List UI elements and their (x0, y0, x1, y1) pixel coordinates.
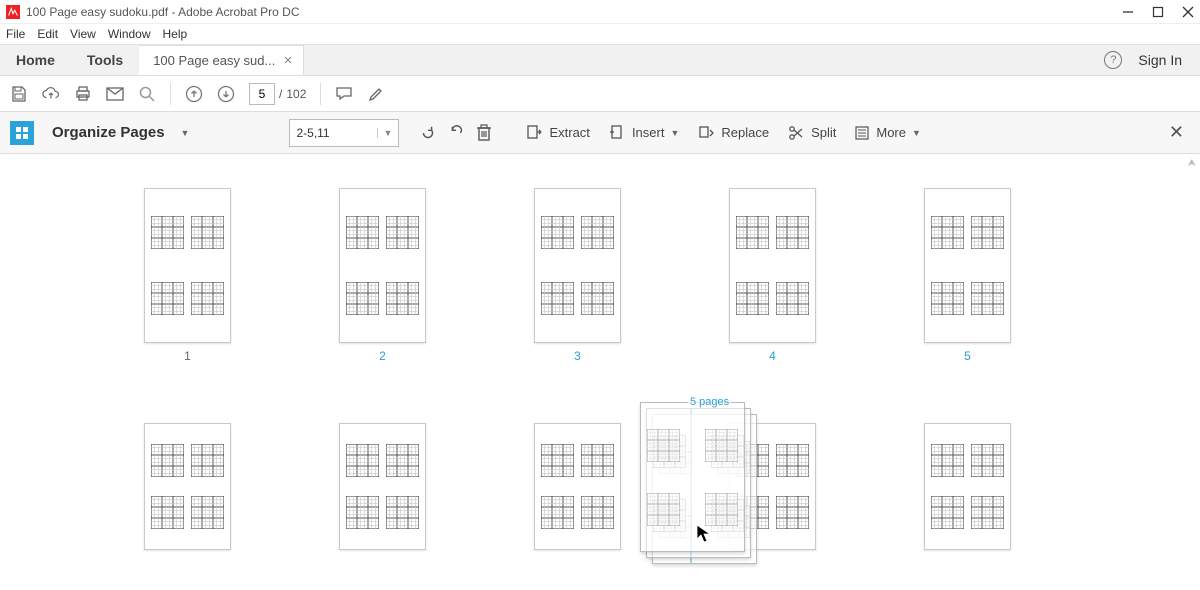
current-page-input[interactable] (249, 83, 275, 105)
page-up-icon[interactable] (185, 85, 203, 103)
page-preview (729, 423, 816, 550)
tab-home[interactable]: Home (0, 45, 71, 75)
delete-icon[interactable] (475, 124, 493, 142)
tab-close-icon[interactable]: ✕ (283, 54, 292, 67)
page-thumbnail[interactable] (729, 423, 816, 556)
page-preview (534, 423, 621, 550)
menubar: File Edit View Window Help (0, 24, 1200, 44)
page-preview (339, 188, 426, 343)
page-thumbnail-label: 3 (574, 349, 581, 363)
page-thumbnail[interactable]: 3 (534, 188, 621, 363)
email-icon[interactable] (106, 85, 124, 103)
app-logo-icon (6, 5, 20, 19)
page-thumbnails-workspace[interactable]: ⮝ 12345 5 pages (0, 154, 1200, 590)
panel-dropdown-icon[interactable]: ▼ (181, 128, 190, 138)
window-maximize-button[interactable] (1152, 6, 1164, 18)
menu-window[interactable]: Window (108, 27, 151, 41)
insert-label: Insert (632, 125, 665, 140)
insert-dropdown-icon[interactable]: ▼ (670, 128, 679, 138)
split-label: Split (811, 125, 836, 140)
window-close-button[interactable] (1182, 6, 1194, 18)
page-preview (534, 188, 621, 343)
panel-close-button[interactable]: ✕ (1169, 122, 1184, 143)
organize-pages-icon (10, 121, 34, 145)
page-sep: / (279, 87, 282, 101)
page-range-dropdown-icon[interactable]: ▼ (377, 128, 393, 138)
more-button[interactable]: More ▼ (850, 125, 925, 141)
menu-file[interactable]: File (6, 27, 25, 41)
rotate-ccw-icon[interactable] (419, 124, 437, 142)
extract-button[interactable]: Extract (521, 124, 593, 142)
page-thumbnail[interactable]: 2 (339, 188, 426, 363)
sign-in-button[interactable]: Sign In (1138, 52, 1182, 68)
extract-label: Extract (549, 125, 589, 140)
organize-pages-toolbar: Organize Pages ▼ 2-5,11 ▼ Extract Insert… (0, 112, 1200, 154)
tab-document[interactable]: 100 Page easy sud... ✕ (139, 45, 303, 75)
help-icon[interactable]: ? (1104, 51, 1122, 69)
page-preview (729, 188, 816, 343)
print-icon[interactable] (74, 85, 92, 103)
page-down-icon[interactable] (217, 85, 235, 103)
split-button[interactable]: Split (783, 124, 840, 142)
page-thumbnail[interactable] (924, 423, 1011, 556)
page-thumbnail[interactable]: 4 (729, 188, 816, 363)
page-range-value: 2-5,11 (296, 126, 329, 140)
page-preview (339, 423, 426, 550)
page-thumbnail-label: 4 (769, 349, 776, 363)
page-thumbnail[interactable] (144, 423, 231, 556)
page-range-input[interactable]: 2-5,11 ▼ (289, 119, 399, 147)
window-minimize-button[interactable] (1122, 6, 1134, 18)
page-preview (924, 188, 1011, 343)
page-thumbnail[interactable]: 1 (144, 188, 231, 363)
more-label: More (876, 125, 906, 140)
rotate-cw-icon[interactable] (447, 124, 465, 142)
menu-edit[interactable]: Edit (37, 27, 58, 41)
page-number-box: / 102 (249, 83, 306, 105)
page-thumbnail[interactable] (339, 423, 426, 556)
window-title: 100 Page easy sudoku.pdf - Adobe Acrobat… (26, 5, 1122, 19)
cloud-upload-icon[interactable] (42, 85, 60, 103)
page-preview (924, 423, 1011, 550)
page-preview (144, 423, 231, 550)
titlebar: 100 Page easy sudoku.pdf - Adobe Acrobat… (0, 0, 1200, 24)
page-thumbnail[interactable]: 5 (924, 188, 1011, 363)
tab-document-label: 100 Page easy sud... (153, 53, 275, 68)
comment-icon[interactable] (335, 85, 353, 103)
total-pages: 102 (286, 87, 306, 101)
menu-view[interactable]: View (70, 27, 96, 41)
replace-button[interactable]: Replace (693, 124, 773, 142)
more-dropdown-icon[interactable]: ▼ (912, 128, 921, 138)
page-thumbnail-label: 5 (964, 349, 971, 363)
page-thumbnail-label: 1 (184, 349, 191, 363)
menu-help[interactable]: Help (163, 27, 188, 41)
insert-button[interactable]: Insert ▼ (604, 124, 683, 142)
search-icon[interactable] (138, 85, 156, 103)
page-preview (144, 188, 231, 343)
scrollbar-up-icon[interactable]: ⮝ (1188, 158, 1197, 169)
save-icon[interactable] (10, 85, 28, 103)
tabbar: Home Tools 100 Page easy sud... ✕ ? Sign… (0, 44, 1200, 76)
page-thumbnail-label: 2 (379, 349, 386, 363)
replace-label: Replace (721, 125, 769, 140)
main-toolbar: / 102 (0, 76, 1200, 112)
highlight-icon[interactable] (367, 85, 385, 103)
tab-tools[interactable]: Tools (71, 45, 139, 75)
panel-title: Organize Pages (52, 124, 165, 141)
page-thumbnail[interactable] (534, 423, 621, 556)
